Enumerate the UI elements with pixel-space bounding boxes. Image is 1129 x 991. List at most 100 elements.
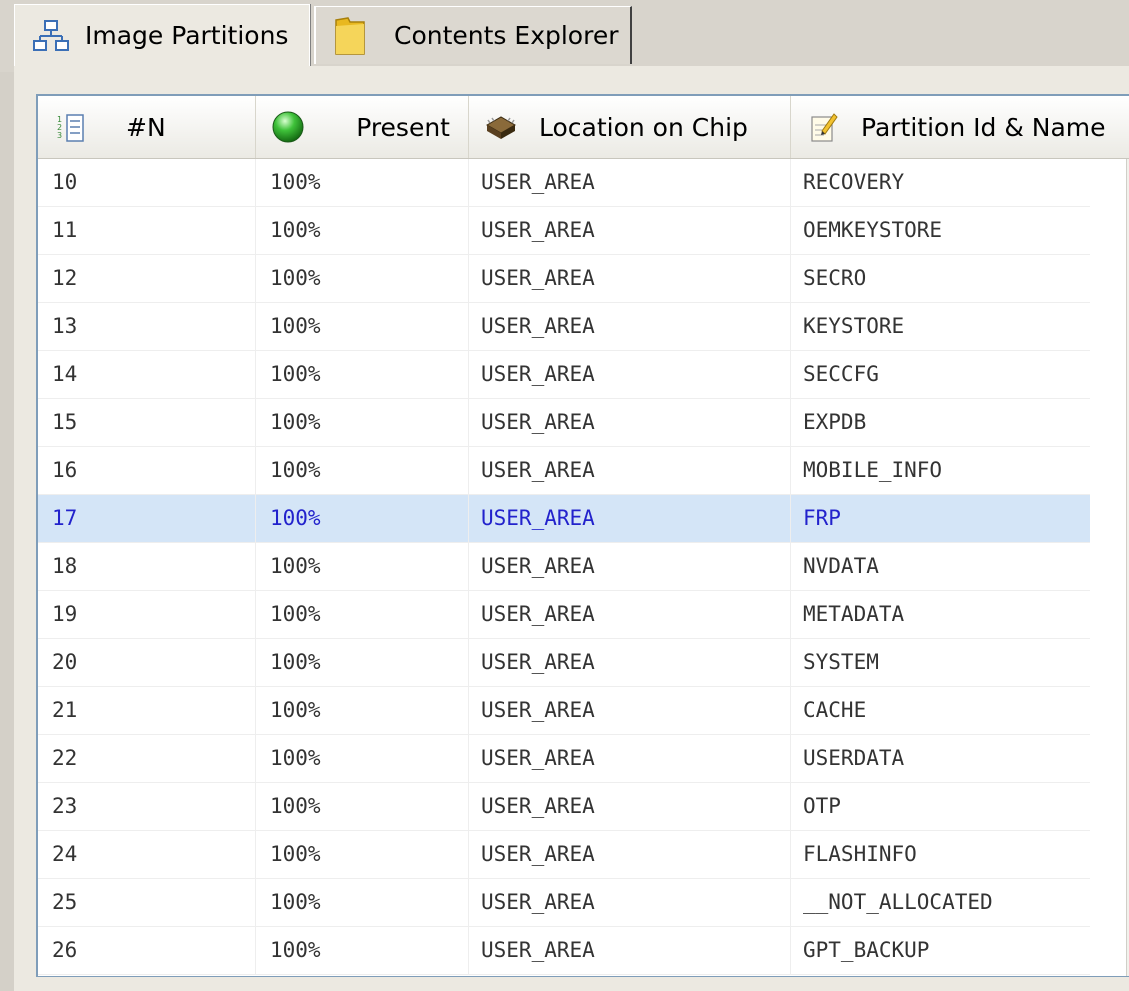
cell-location: USER_AREA (469, 159, 791, 206)
cell-number: 24 (38, 831, 256, 878)
table-row[interactable]: 26 100% USER_AREA GPT_BACKUP (38, 927, 1090, 975)
table-row[interactable]: 11 100% USER_AREA OEMKEYSTORE (38, 207, 1090, 255)
cell-partition-name: OTP (803, 794, 841, 818)
table-row[interactable]: 20 100% USER_AREA SYSTEM (38, 639, 1090, 687)
cell-present: 100% (256, 351, 469, 398)
table-row[interactable]: 24 100% USER_AREA FLASHINFO (38, 831, 1090, 879)
table-row[interactable]: 13 100% USER_AREA KEYSTORE (38, 303, 1090, 351)
list-numbers-icon: 1 2 3 (52, 109, 88, 145)
tab-image-partitions[interactable]: Image Partitions (14, 4, 310, 66)
cell-location: USER_AREA (469, 543, 791, 590)
cell-location: USER_AREA (469, 591, 791, 638)
table-row[interactable]: 21 100% USER_AREA CACHE (38, 687, 1090, 735)
partition-tree-icon (31, 16, 71, 56)
table-row[interactable]: 22 100% USER_AREA USERDATA (38, 735, 1090, 783)
table-row[interactable]: 16 100% USER_AREA MOBILE_INFO (38, 447, 1090, 495)
table-row[interactable]: 18 100% USER_AREA NVDATA (38, 543, 1090, 591)
cell-location: USER_AREA (469, 351, 791, 398)
cell-present: 100% (256, 255, 469, 302)
cell-number: 22 (38, 735, 256, 782)
tab-label: Contents Explorer (394, 21, 619, 50)
cell-partition-name: USERDATA (803, 746, 905, 770)
cell-partition-name: METADATA (803, 602, 905, 626)
column-header-location[interactable]: Location on Chip (469, 96, 791, 158)
cell-present: 100% (256, 543, 469, 590)
cell-number: 11 (38, 207, 256, 254)
cell-present: 100% (256, 159, 469, 206)
chip-icon (483, 109, 519, 145)
cell-partition-name: FLASHINFO (803, 842, 917, 866)
cell-number: 12 (38, 255, 256, 302)
table-row[interactable]: 19 100% USER_AREA METADATA (38, 591, 1090, 639)
tab-label: Image Partitions (85, 21, 289, 50)
cell-location: USER_AREA (469, 687, 791, 734)
cell-partition-name: OEMKEYSTORE (803, 218, 943, 242)
cell-location: USER_AREA (469, 399, 791, 446)
cell-location: USER_AREA (469, 735, 791, 782)
cell-location: USER_AREA (469, 639, 791, 686)
cell-partition-name: CACHE (803, 698, 867, 722)
column-header-label: #N (126, 112, 166, 142)
cell-location: USER_AREA (469, 879, 791, 926)
partitions-grid: 1 2 3 #N Present Location on Chip Partit… (36, 94, 1129, 977)
column-header-row: 1 2 3 #N Present Location on Chip Partit… (38, 96, 1129, 159)
cell-partition-name: GPT_BACKUP (803, 938, 930, 962)
cell-present: 100% (256, 879, 469, 926)
cell-partition-name: RECOVERY (803, 170, 905, 194)
cell-number: 17 (38, 495, 256, 542)
cell-location: USER_AREA (469, 495, 791, 542)
column-header-label: Location on Chip (539, 112, 748, 142)
cell-location: USER_AREA (469, 831, 791, 878)
edit-note-icon (805, 109, 841, 145)
table-row[interactable]: 10 100% USER_AREA RECOVERY (38, 159, 1090, 207)
cell-number: 15 (38, 399, 256, 446)
table-row[interactable]: 23 100% USER_AREA OTP (38, 783, 1090, 831)
column-header-label: Partition Id & Name (861, 112, 1106, 142)
column-header-number[interactable]: 1 2 3 #N (38, 96, 256, 158)
cell-partition-name: EXPDB (803, 410, 867, 434)
cell-partition-name: NVDATA (803, 554, 879, 578)
partition-rows: 10 100% USER_AREA RECOVERY 11 100% USER_AREA OE… (38, 159, 1090, 975)
cell-present: 100% (256, 207, 469, 254)
cell-number: 26 (38, 927, 256, 974)
cell-present: 100% (256, 591, 469, 638)
cell-partition-name: SYSTEM (803, 650, 879, 674)
cell-present: 100% (256, 303, 469, 350)
tab-strip: Image Partitions Contents Explorer (0, 0, 1129, 72)
cell-location: USER_AREA (469, 927, 791, 974)
column-header-label: Present (356, 112, 450, 142)
cell-partition-name: MOBILE_INFO (803, 458, 943, 482)
cell-location: USER_AREA (469, 255, 791, 302)
cell-number: 19 (38, 591, 256, 638)
table-row[interactable]: 12 100% USER_AREA SECRO (38, 255, 1090, 303)
cell-location: USER_AREA (469, 303, 791, 350)
cell-number: 16 (38, 447, 256, 494)
table-row[interactable]: 14 100% USER_AREA SECCFG (38, 351, 1090, 399)
cell-partition-name: KEYSTORE (803, 314, 905, 338)
cell-partition-name: SECCFG (803, 362, 879, 386)
svg-text:3: 3 (57, 131, 62, 140)
cell-present: 100% (256, 495, 469, 542)
column-header-present[interactable]: Present (256, 96, 469, 158)
cell-present: 100% (256, 399, 469, 446)
table-row[interactable]: 15 100% USER_AREA EXPDB (38, 399, 1090, 447)
cell-number: 13 (38, 303, 256, 350)
cell-present: 100% (256, 687, 469, 734)
cell-number: 18 (38, 543, 256, 590)
cell-present: 100% (256, 639, 469, 686)
column-header-partition-name[interactable]: Partition Id & Name (791, 96, 1129, 158)
table-row[interactable]: 17 100% USER_AREA FRP (38, 495, 1090, 543)
cell-number: 20 (38, 639, 256, 686)
cell-present: 100% (256, 927, 469, 974)
cell-present: 100% (256, 783, 469, 830)
cell-location: USER_AREA (469, 207, 791, 254)
cell-present: 100% (256, 831, 469, 878)
folder-icon (330, 16, 370, 56)
table-row[interactable]: 25 100% USER_AREA __NOT_ALLOCATED (38, 879, 1090, 927)
cell-number: 25 (38, 879, 256, 926)
cell-present: 100% (256, 735, 469, 782)
cell-partition-name: FRP (803, 506, 841, 530)
cell-location: USER_AREA (469, 447, 791, 494)
tab-contents-explorer[interactable]: Contents Explorer (314, 6, 632, 64)
cell-partition-name: __NOT_ALLOCATED (803, 890, 993, 914)
